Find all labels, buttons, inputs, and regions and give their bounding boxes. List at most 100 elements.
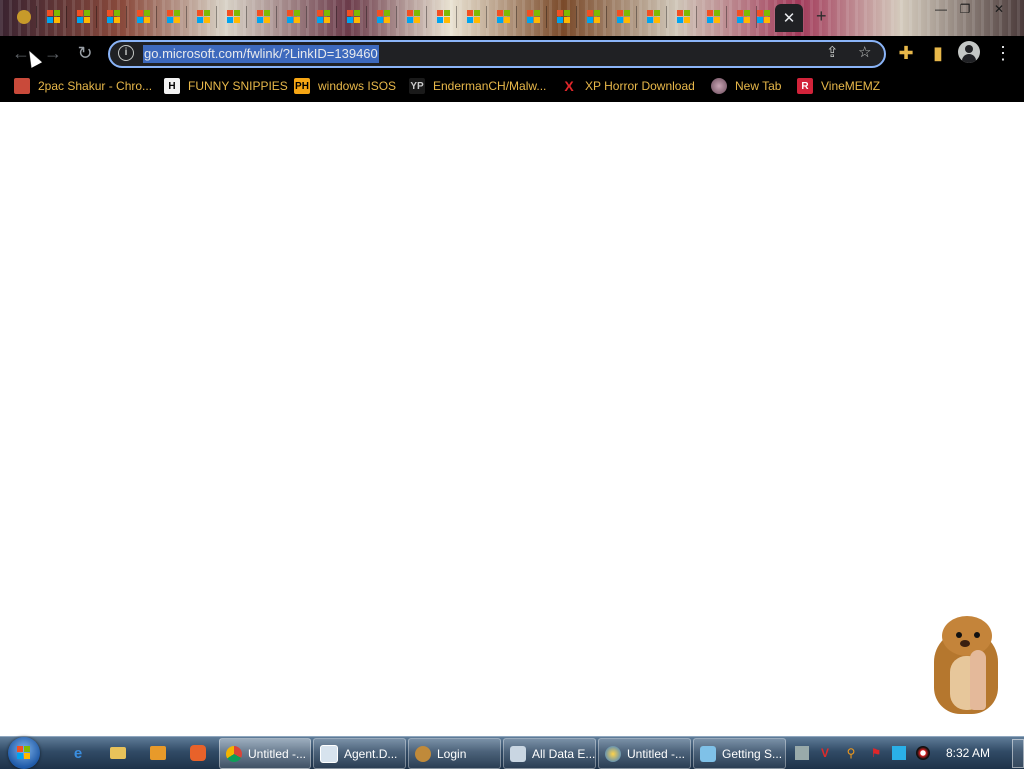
mascot-eye (956, 632, 962, 638)
doc-icon (700, 745, 716, 762)
maximize-button[interactable]: ❐ (950, 0, 980, 18)
microsoft-logo-icon (557, 10, 571, 24)
tab-favicon-icon (17, 10, 31, 24)
reload-button[interactable]: ↻ (72, 41, 98, 65)
profile-avatar-button[interactable] (958, 41, 980, 63)
microsoft-logo-icon (77, 10, 91, 24)
bookmark-item[interactable]: H FUNNY SNIPPIES (164, 76, 288, 96)
microsoft-logo-icon (317, 10, 331, 24)
internet-explorer-icon[interactable]: e (68, 743, 88, 763)
share-icon[interactable]: ⇪ (826, 43, 839, 61)
microsoft-logo-icon (197, 10, 211, 24)
x-icon: X (564, 78, 574, 94)
browser-tab[interactable] (312, 6, 337, 28)
bookmark-item[interactable]: 2pac Shakur - Chro... (14, 76, 152, 96)
bookmark-label: 2pac Shakur - Chro... (38, 79, 153, 93)
yp-icon: YP (409, 78, 425, 94)
close-window-button[interactable]: ✕ (984, 0, 1014, 18)
bookmark-item[interactable]: X XP Horror Download (561, 76, 695, 96)
browser-tab[interactable] (432, 6, 457, 28)
bookmark-item[interactable]: YP EndermanCH/Malw... (409, 76, 546, 96)
tray-network-icon[interactable] (795, 746, 809, 760)
taskbar-item[interactable]: Login (408, 738, 501, 769)
browser-tab[interactable] (12, 6, 37, 28)
browser-tab[interactable] (192, 6, 217, 28)
tab-strip: ✕ + — ❐ ✕ (0, 0, 1024, 36)
taskbar-item[interactable]: Agent.D... (313, 738, 406, 769)
bookmark-item[interactable]: PH windows ISOS (294, 76, 396, 96)
microsoft-logo-icon (107, 10, 121, 24)
microsoft-logo-icon (587, 10, 601, 24)
browser-tab[interactable] (522, 6, 547, 28)
microsoft-logo-icon (287, 10, 301, 24)
browser-tab[interactable] (582, 6, 607, 28)
side-panel-button[interactable]: ▮ (925, 41, 951, 65)
browser-tab[interactable] (462, 6, 487, 28)
browser-tab[interactable] (282, 6, 307, 28)
tray-display-icon[interactable] (892, 746, 906, 760)
browser-tab[interactable] (132, 6, 157, 28)
browser-tab[interactable] (42, 6, 67, 28)
browser-tab[interactable] (252, 6, 277, 28)
taskbar-item[interactable]: Untitled -... (598, 738, 691, 769)
restore-icon: ❐ (959, 2, 971, 16)
browser-tab[interactable] (402, 6, 427, 28)
site-info-icon[interactable]: i (118, 45, 134, 61)
browser-tab[interactable] (222, 6, 247, 28)
browser-tab[interactable] (342, 6, 367, 28)
microsoft-logo-icon (617, 10, 631, 24)
url-text[interactable]: go.microsoft.com/fwlink/?LinkID=139460 (143, 45, 379, 63)
microsoft-logo-icon (677, 10, 691, 24)
browser-tab[interactable] (102, 6, 127, 28)
microsoft-logo-icon (377, 10, 391, 24)
tray-flag-icon[interactable]: ⚑ (869, 746, 883, 760)
browser-tab[interactable] (372, 6, 397, 28)
microsoft-logo-icon (437, 10, 451, 24)
chrome-icon (226, 745, 242, 762)
browser-tab[interactable] (552, 6, 577, 28)
new-tab-button[interactable]: + (816, 6, 827, 27)
address-bar[interactable]: i go.microsoft.com/fwlink/?LinkID=139460… (108, 40, 886, 68)
file-explorer-icon[interactable] (108, 743, 128, 763)
browser-tab[interactable] (752, 6, 777, 28)
taskbar-item[interactable]: Getting S... (693, 738, 786, 769)
bookmark-item[interactable]: New Tab (711, 76, 781, 96)
browser-tab[interactable] (702, 6, 727, 28)
microsoft-logo-icon (137, 10, 151, 24)
taskbar-item[interactable]: Untitled -... (219, 738, 311, 769)
menu-button[interactable]: ⋮ (990, 41, 1016, 65)
media-player-icon[interactable] (148, 743, 168, 763)
close-icon: ✕ (993, 2, 1005, 16)
r-icon: R (797, 78, 813, 94)
browser-tab[interactable] (162, 6, 187, 28)
forward-button[interactable]: → (40, 41, 66, 65)
close-icon: ✕ (782, 10, 796, 27)
taskbar-item[interactable]: All Data E... (503, 738, 596, 769)
ph-icon: PH (294, 78, 310, 94)
avatar-head (965, 45, 973, 53)
start-button[interactable] (8, 737, 40, 769)
bookmark-star-icon[interactable]: ☆ (858, 43, 871, 61)
extensions-button[interactable]: ✚ (893, 41, 919, 65)
browser-tab[interactable] (72, 6, 97, 28)
browser-tab[interactable] (612, 6, 637, 28)
active-tab-close-button[interactable]: ✕ (775, 4, 803, 32)
plus-icon: + (816, 6, 827, 26)
bookmark-item[interactable]: R VineMEMZ (797, 76, 880, 96)
show-desktop-button[interactable] (1012, 739, 1024, 768)
browser-tab[interactable] (492, 6, 517, 28)
reload-icon: ↻ (77, 43, 93, 63)
puzzle-icon: ✚ (898, 43, 914, 63)
tray-volume-icon[interactable] (916, 746, 930, 760)
browser-tab[interactable] (672, 6, 697, 28)
browser-tab[interactable] (642, 6, 667, 28)
bookmark-label: FUNNY SNIPPIES (188, 79, 288, 93)
tray-antivirus-icon[interactable]: V (818, 746, 832, 760)
microsoft-logo-icon (257, 10, 271, 24)
tray-search-icon[interactable]: ⚲ (844, 746, 858, 760)
app-launcher-icon[interactable] (188, 743, 208, 763)
microsoft-logo-icon (707, 10, 721, 24)
avatar-body (962, 54, 976, 63)
h-icon: H (164, 78, 180, 94)
taskbar-clock[interactable]: 8:32 AM (946, 746, 990, 760)
